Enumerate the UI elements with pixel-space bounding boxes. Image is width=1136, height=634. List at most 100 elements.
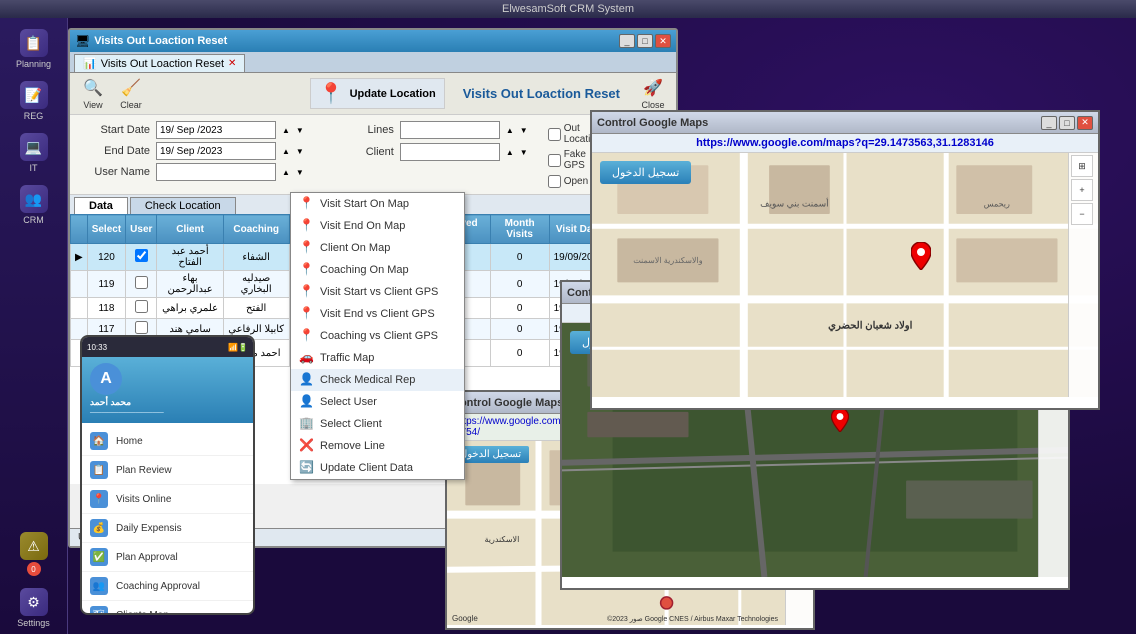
client-down[interactable]: ▼ [520,148,528,157]
maps1-maximize[interactable]: □ [1059,116,1075,130]
open-visits-check[interactable] [548,175,561,188]
menu-select-client[interactable]: 🏢 Select Client [291,413,464,435]
tab-check-location[interactable]: Check Location [130,197,236,214]
menu-icon-10: 👤 [299,394,315,410]
mobile-app: 10:33 📶🔋 A محمد أحمد ───────────── 🏠 Hom… [80,335,255,615]
maps1-login-btn[interactable]: تسجيل الدخول [600,161,691,184]
out-location-check[interactable] [548,128,561,141]
mobile-menu-clients-map-label: Clients Map [116,610,169,616]
menu-check-medical-rep[interactable]: 👤 Check Medical Rep [291,369,464,391]
tab-data[interactable]: Data [74,197,128,214]
sidebar-item-planning[interactable]: 📋 Planning [4,23,64,75]
row-user: أحمد عبد الفتاح [157,244,223,271]
user-name-up[interactable]: ▲ [282,168,290,177]
menu-visit-start-on-map[interactable]: 📍 Visit Start On Map [291,193,464,215]
lines-input[interactable] [400,121,500,139]
alerts-icon: ⚠ [20,532,48,560]
menu-coaching-vs-client[interactable]: 📍 Coaching vs Client GPS [291,325,464,347]
menu-traffic-map[interactable]: 🚗 Traffic Map [291,347,464,369]
maps1-grid-btn2[interactable]: + [1071,179,1093,201]
lines-down[interactable]: ▼ [520,126,528,135]
row-client: صيدليه البخاري [223,271,289,298]
close-main-button[interactable]: ✕ [655,34,671,48]
menu-client-on-map[interactable]: 📍 Client On Map [291,237,464,259]
sidebar-label-crm: CRM [23,215,44,225]
sidebar-item-reg[interactable]: 📝 REG [4,75,64,127]
visits-online-icon: 📍 [90,490,108,508]
mobile-menu-daily-label: Daily Expensis [116,523,182,534]
row-select-check[interactable] [126,244,157,271]
sidebar-item-settings[interactable]: ⚙ Settings [4,582,64,634]
maps1-grid-btn1[interactable]: ⊞ [1071,155,1093,177]
menu-visit-end-on-map[interactable]: 📍 Visit End On Map [291,215,464,237]
maps-title-3: Control Google Maps [452,397,563,409]
end-date-down[interactable]: ▼ [296,147,304,156]
mobile-menu-plan-approval[interactable]: ✅ Plan Approval [82,543,253,572]
maps-url-1: https://www.google.com/maps?q=29.1473563… [592,134,1098,153]
main-tab-close[interactable]: ✕ [228,58,236,69]
clear-button[interactable]: 🧹 Clear [116,77,146,110]
row-select-check[interactable] [126,271,157,298]
main-tab[interactable]: 📊 Visits Out Loaction Reset ✕ [74,54,245,72]
start-date-up[interactable]: ▲ [282,126,290,135]
sidebar-item-crm[interactable]: 👥 CRM [4,179,64,231]
fake-gps-check[interactable] [548,154,561,167]
update-location-btn[interactable]: 📍 Update Location [310,78,445,109]
client-up[interactable]: ▲ [506,148,514,157]
close-button[interactable]: 🚀 Close [638,77,668,110]
tab-check-location-label: Check Location [145,200,221,212]
sidebar-item-alerts[interactable]: ⚠ 0 [4,526,64,582]
row-select-check[interactable] [126,298,157,319]
menu-icon-8: 🚗 [299,350,315,366]
end-date-up[interactable]: ▲ [282,147,290,156]
menu-label-12: Remove Line [320,440,385,452]
start-date-label: Start Date [80,124,150,136]
maximize-button[interactable]: □ [637,34,653,48]
fake-gps-label: Fake GPS [564,149,593,171]
start-date-down[interactable]: ▼ [296,126,304,135]
row-month: 0 [490,340,549,367]
row-arrow [71,271,88,298]
mobile-menu-visits-online-label: Visits Online [116,494,171,505]
mobile-menu-plan-review[interactable]: 📋 Plan Review [82,456,253,485]
lines-up[interactable]: ▲ [506,126,514,135]
mobile-menu-daily-expensis[interactable]: 💰 Daily Expensis [82,514,253,543]
mobile-menu-coaching-approval[interactable]: 👥 Coaching Approval [82,572,253,601]
maps-window-1: Control Google Maps _ □ ✕ https://www.go… [590,110,1100,410]
menu-update-client[interactable]: 🔄 Update Client Data [291,457,464,479]
menu-remove-line[interactable]: ❌ Remove Line [291,435,464,457]
settings-icon: ⚙ [20,588,48,616]
mobile-menu-plan-approval-label: Plan Approval [116,552,178,563]
row-client: الشفاء [223,244,289,271]
menu-label-11: Select Client [320,418,382,430]
menu-visit-start-vs-client[interactable]: 📍 Visit Start vs Client GPS [291,281,464,303]
menu-visit-end-vs-client[interactable]: 📍 Visit End vs Client GPS [291,303,464,325]
left-sidebar: 📋 Planning 📝 REG 💻 IT 👥 CRM ⚠ 0 ⚙ Settin… [0,18,68,634]
mobile-menu-clients-map[interactable]: 🗺 Clients Map [82,601,253,615]
mobile-menu-visits-online[interactable]: 📍 Visits Online [82,485,253,514]
maps1-close[interactable]: ✕ [1077,116,1093,130]
end-date-input[interactable] [156,142,276,160]
start-date-input[interactable] [156,121,276,139]
row-client: الفتح [223,298,289,319]
mobile-avatar-letter: A [100,370,112,388]
fake-gps-checkbox[interactable]: Fake GPS [548,149,593,171]
col-arrow [71,215,88,244]
minimize-button[interactable]: _ [619,34,635,48]
maps1-minimize[interactable]: _ [1041,116,1057,130]
menu-coaching-on-map[interactable]: 📍 Coaching On Map [291,259,464,281]
coaching-approval-icon: 👥 [90,577,108,595]
user-name-input[interactable] [156,163,276,181]
mobile-menu-home[interactable]: 🏠 Home [82,427,253,456]
menu-icon-3: 📍 [299,240,315,256]
view-button[interactable]: 🔍 View [78,77,108,110]
user-name-down[interactable]: ▼ [296,168,304,177]
sidebar-item-it[interactable]: 💻 IT [4,127,64,179]
row-arrow [71,298,88,319]
maps1-grid-btn3[interactable]: − [1071,203,1093,225]
menu-select-user[interactable]: 👤 Select User [291,391,464,413]
svg-text:اولاد شعبان الحضري: اولاد شعبان الحضري [828,321,912,332]
client-input[interactable] [400,143,500,161]
menu-label-10: Select User [320,396,377,408]
row-month: 0 [490,271,549,298]
